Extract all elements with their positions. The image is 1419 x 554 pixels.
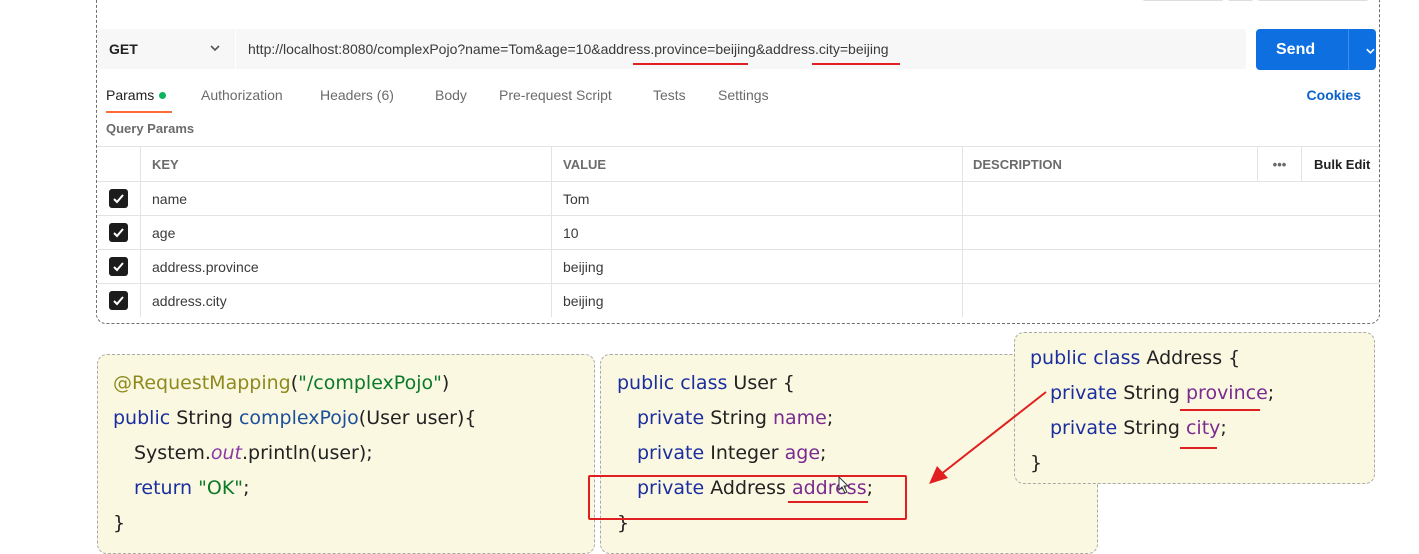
- arrow-head: [929, 466, 948, 484]
- mouse-cursor-icon: [838, 476, 850, 494]
- arrow-line: [939, 391, 1047, 476]
- annotation-arrow: [929, 391, 1047, 484]
